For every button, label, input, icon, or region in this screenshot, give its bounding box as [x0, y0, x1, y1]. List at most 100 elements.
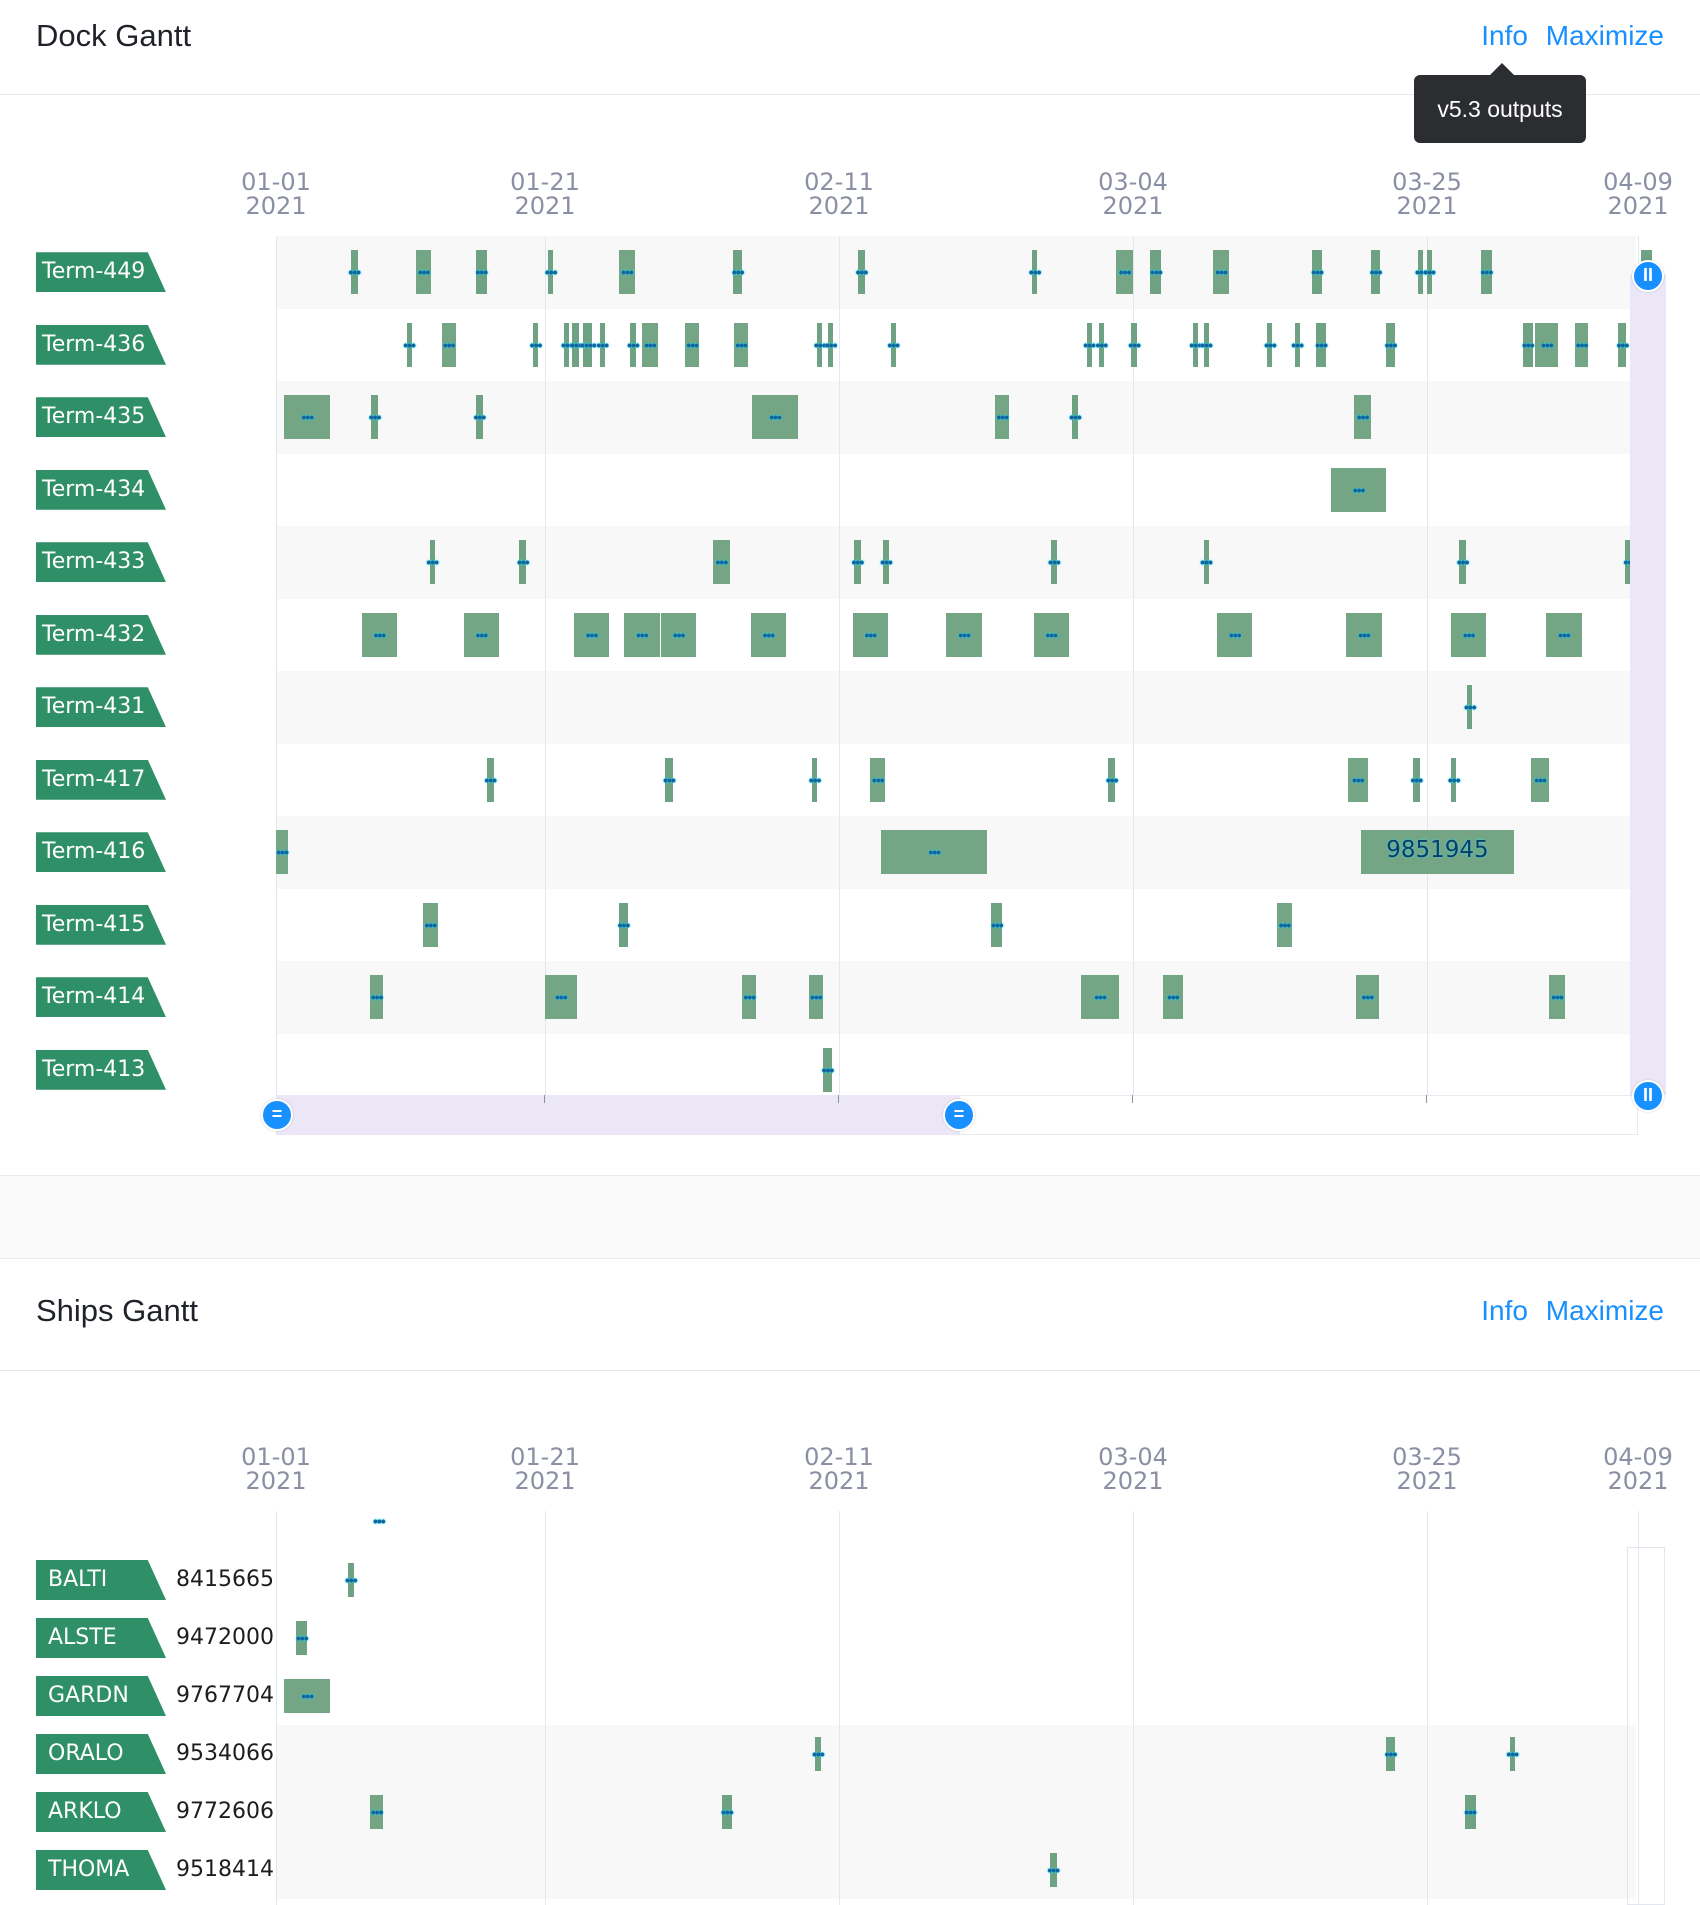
gantt-bar[interactable]: ••• — [752, 395, 799, 440]
gantt-bar[interactable]: ••• — [641, 322, 659, 367]
gantt-bar[interactable]: ••• — [814, 322, 827, 367]
gantt-bar[interactable]: ••• — [1029, 250, 1041, 295]
gantt-bar[interactable]: ••• — [1355, 975, 1379, 1020]
gantt-bar[interactable]: ••• — [1189, 322, 1202, 367]
gantt-bar[interactable]: ••• — [1069, 395, 1082, 440]
gantt-bar[interactable]: ••• — [1370, 250, 1382, 295]
gantt-bar[interactable]: ••• — [426, 540, 439, 585]
gantt-bar[interactable]: ••• — [991, 902, 1004, 947]
ship-row-label[interactable]: GARDN — [36, 1676, 166, 1716]
gantt-bar[interactable]: ••• — [852, 612, 888, 657]
ship-row-label[interactable]: THOMA — [36, 1850, 166, 1890]
gantt-bar[interactable]: ••• — [1276, 902, 1292, 947]
gantt-bar[interactable]: ••• — [618, 902, 630, 947]
gantt-bar[interactable]: ••• — [1481, 250, 1493, 295]
overflow-ellipsis-icon[interactable]: ••• — [373, 1514, 386, 1528]
terminal-row-label[interactable]: Term-434 — [36, 469, 166, 510]
gantt-bar[interactable]: ••• — [856, 250, 868, 295]
gantt-bar[interactable]: ••• — [1047, 1853, 1060, 1887]
terminal-row-label[interactable]: Term-414 — [36, 977, 166, 1018]
gantt-bar[interactable]: ••• — [880, 540, 893, 585]
dock-vertical-scroll-thumb[interactable] — [1630, 275, 1666, 1095]
terminal-row-label[interactable]: Term-417 — [36, 759, 166, 800]
gantt-bar[interactable]: ••• — [1116, 250, 1133, 295]
gantt-bar[interactable]: ••• — [1448, 757, 1461, 802]
gantt-bar[interactable]: ••• — [1574, 322, 1588, 367]
gantt-bar[interactable]: ••• — [809, 975, 823, 1020]
ship-row-label[interactable]: ARKLO — [36, 1792, 166, 1832]
gantt-bar[interactable]: ••• — [369, 1795, 383, 1829]
dock-info-link[interactable]: Info — [1481, 20, 1528, 51]
gantt-bar[interactable]: ••• — [530, 322, 542, 367]
ships-info-link[interactable]: Info — [1481, 1295, 1528, 1326]
gantt-bar[interactable]: ••• — [946, 612, 982, 657]
gantt-bar[interactable]: ••• — [596, 322, 609, 367]
gantt-bar[interactable]: ••• — [284, 395, 331, 440]
gantt-bar[interactable]: ••• — [545, 975, 577, 1020]
gantt-bar[interactable]: ••• — [369, 395, 381, 440]
gantt-bar[interactable]: ••• — [1162, 975, 1184, 1020]
gantt-bar[interactable]: ••• — [1415, 250, 1428, 295]
terminal-row-label[interactable]: Term-433 — [36, 542, 166, 583]
gantt-bar[interactable]: ••• — [369, 975, 383, 1020]
gantt-bar[interactable]: ••• — [475, 250, 488, 295]
gantt-bar[interactable]: ••• — [276, 830, 289, 875]
gantt-bar[interactable]: ••• — [732, 250, 745, 295]
gantt-bar[interactable]: ••• — [348, 250, 361, 295]
gantt-bar[interactable]: ••• — [441, 322, 456, 367]
terminal-row-label[interactable]: Term-431 — [36, 687, 166, 728]
gantt-bar[interactable]: ••• — [1128, 322, 1141, 367]
gantt-bar[interactable]: ••• — [1033, 612, 1069, 657]
gantt-bar[interactable]: ••• — [1083, 322, 1096, 367]
gantt-bar[interactable]: ••• — [1200, 322, 1213, 367]
gantt-bar[interactable]: ••• — [416, 250, 432, 295]
ship-row-label[interactable]: ORALO — [36, 1734, 166, 1774]
gantt-bar[interactable]: ••• — [742, 975, 756, 1020]
horizontal-scroll-end-handle[interactable]: = — [943, 1099, 975, 1131]
gantt-bar[interactable]: ••• — [822, 1047, 834, 1092]
gantt-bar[interactable]: ••• — [870, 757, 886, 802]
gantt-bar[interactable]: ••• — [1081, 975, 1120, 1020]
terminal-row-label[interactable]: Term-449 — [36, 252, 166, 293]
gantt-bar[interactable]: ••• — [1385, 322, 1397, 367]
gantt-bar[interactable]: ••• — [517, 540, 530, 585]
terminal-row-label[interactable]: Term-435 — [36, 397, 166, 438]
ships-vertical-scroll-track[interactable] — [1627, 1547, 1665, 1905]
ship-row-label[interactable]: BALTI — [36, 1560, 166, 1600]
gantt-bar[interactable]: ••• — [296, 1621, 309, 1655]
terminal-row-label[interactable]: Term-436 — [36, 324, 166, 365]
gantt-bar[interactable]: ••• — [1546, 612, 1582, 657]
gantt-bar[interactable]: ••• — [712, 540, 731, 585]
gantt-bar[interactable]: ••• — [403, 322, 416, 367]
gantt-bar[interactable]: ••• — [484, 757, 497, 802]
dock-horizontal-scroll-thumb[interactable] — [276, 1095, 960, 1135]
gantt-bar[interactable]: 9851945 — [1361, 830, 1514, 875]
gantt-bar[interactable]: ••• — [1385, 1737, 1397, 1771]
gantt-bar[interactable]: ••• — [570, 322, 583, 367]
gantt-bar[interactable]: ••• — [624, 612, 660, 657]
gantt-bar[interactable]: ••• — [1464, 685, 1477, 730]
gantt-bar[interactable]: ••• — [1200, 540, 1213, 585]
gantt-bar[interactable]: ••• — [1531, 757, 1549, 802]
gantt-bar[interactable]: ••• — [660, 612, 697, 657]
gantt-bar[interactable]: ••• — [545, 250, 558, 295]
gantt-bar[interactable]: ••• — [1464, 1795, 1477, 1829]
gantt-bar[interactable]: ••• — [1331, 467, 1386, 512]
vertical-scroll-top-handle[interactable]: II — [1632, 260, 1664, 292]
gantt-bar[interactable]: ••• — [1457, 540, 1469, 585]
gantt-bar[interactable]: ••• — [361, 612, 398, 657]
gantt-bar[interactable]: ••• — [627, 322, 640, 367]
gantt-bar[interactable]: ••• — [463, 612, 500, 657]
gantt-bar[interactable]: ••• — [561, 322, 574, 367]
gantt-bar[interactable]: ••• — [881, 830, 988, 875]
gantt-bar[interactable]: ••• — [721, 1795, 734, 1829]
ship-row-label[interactable]: ALSTE — [36, 1618, 166, 1658]
gantt-bar[interactable]: ••• — [1264, 322, 1277, 367]
dock-maximize-link[interactable]: Maximize — [1546, 20, 1664, 51]
terminal-row-label[interactable]: Term-416 — [36, 832, 166, 873]
gantt-bar[interactable]: ••• — [1506, 1737, 1519, 1771]
gantt-bar[interactable]: ••• — [584, 322, 597, 367]
gantt-bar[interactable]: ••• — [573, 612, 610, 657]
gantt-bar[interactable]: ••• — [750, 612, 786, 657]
gantt-bar[interactable]: ••• — [1150, 250, 1163, 295]
